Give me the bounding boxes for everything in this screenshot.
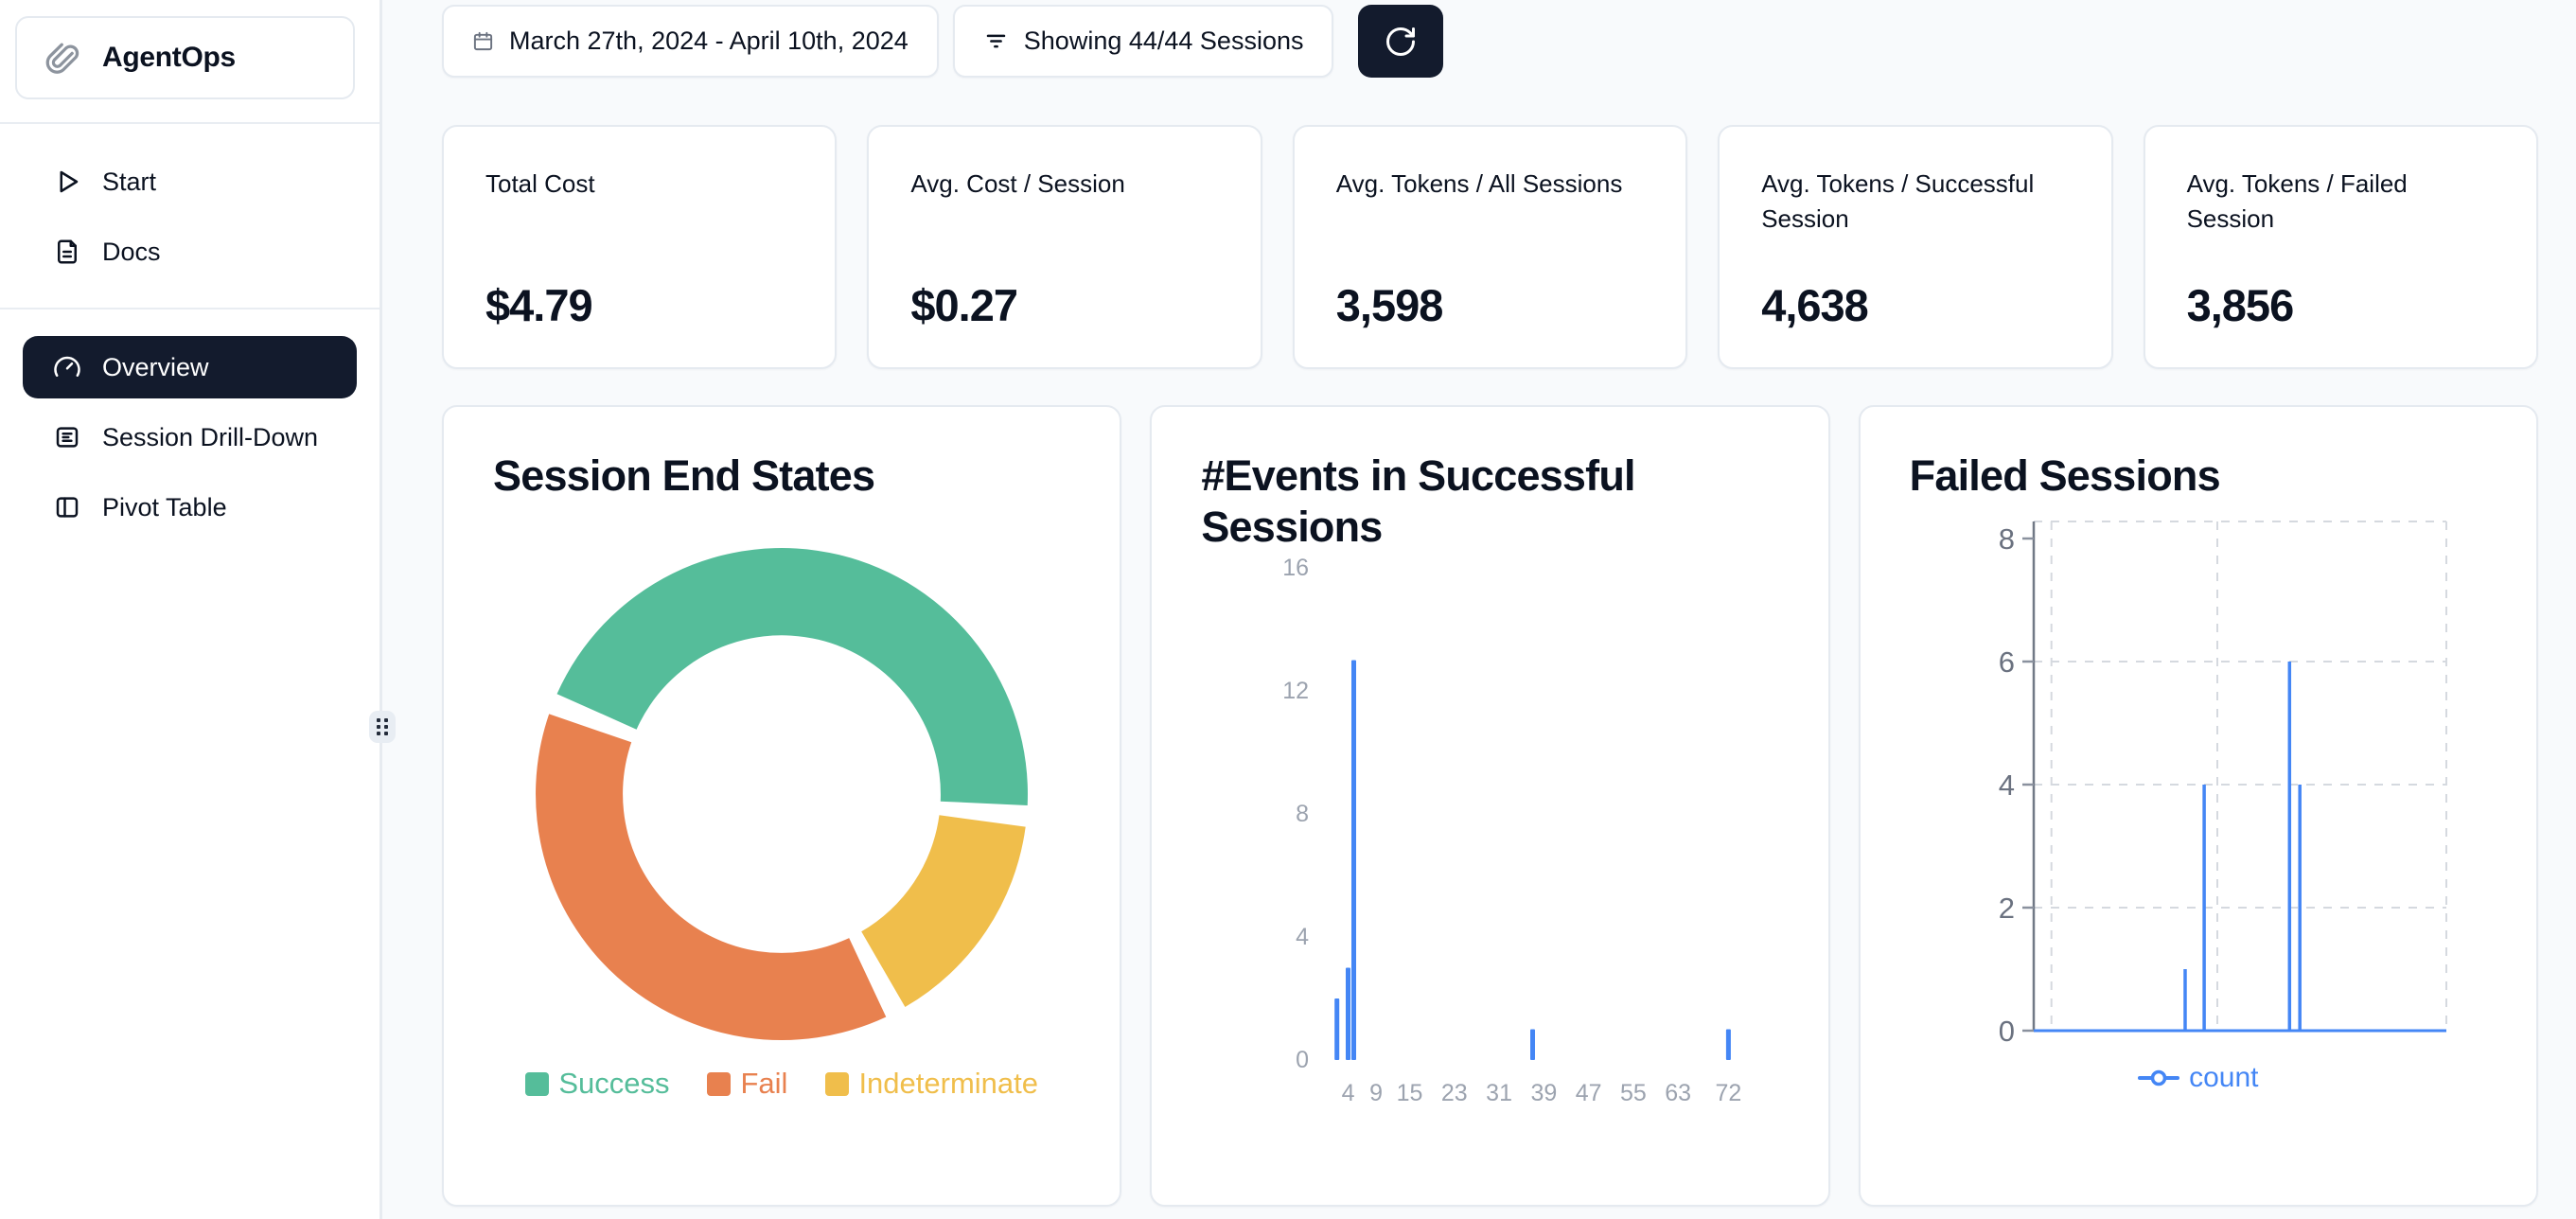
stat-label: Avg. Cost / Session	[910, 167, 1218, 202]
sidebar-item-docs[interactable]: Docs	[23, 221, 357, 283]
legend-item-indeterminate[interactable]: Indeterminate	[825, 1067, 1038, 1101]
svg-text:4: 4	[1998, 768, 2014, 802]
sidebar-item-label: Overview	[102, 353, 209, 382]
sidebar-resize-handle[interactable]	[369, 711, 396, 743]
donut-chart	[531, 543, 1032, 1050]
svg-text:31: 31	[1487, 1080, 1513, 1106]
logo[interactable]: AgentOps	[15, 16, 355, 99]
stat-label: Total Cost	[485, 167, 793, 202]
svg-text:72: 72	[1716, 1080, 1742, 1106]
count-legend-item[interactable]: count	[1910, 1062, 2487, 1094]
logo-label: AgentOps	[102, 42, 236, 74]
stat-card-total-cost: Total Cost $4.79	[442, 125, 837, 369]
sidebar-item-pivot-table[interactable]: Pivot Table	[23, 476, 357, 539]
stat-value: 3,598	[1336, 279, 1644, 331]
svg-text:8: 8	[1296, 801, 1309, 827]
donut-slice-indeterminate	[861, 815, 1025, 1007]
grip-dots-icon	[375, 716, 390, 737]
svg-text:47: 47	[1576, 1080, 1602, 1106]
failed-line-chart: 0 2 4 6 8	[1910, 511, 2487, 1060]
donut-slice-success	[557, 548, 1028, 805]
filter-icon	[983, 28, 1009, 54]
sidebar-item-session-drill-down[interactable]: Session Drill-Down	[23, 406, 357, 468]
sidebar-item-overview[interactable]: Overview	[23, 336, 357, 398]
calendar-icon	[472, 30, 494, 52]
stat-card-avg-tokens-failed: Avg. Tokens / Failed Session 3,856	[2144, 125, 2538, 369]
svg-text:4: 4	[1342, 1080, 1355, 1106]
paperclip-logo-icon	[42, 36, 85, 80]
legend-swatch	[525, 1072, 549, 1096]
svg-text:55: 55	[1620, 1080, 1647, 1106]
svg-text:6: 6	[1998, 645, 2014, 679]
svg-text:0: 0	[1998, 1015, 2014, 1048]
stat-label: Avg. Tokens / All Sessions	[1336, 167, 1644, 202]
chart-card-failed-sessions: Failed Sessions 0 2 4 6 8 count	[1859, 405, 2538, 1207]
sidebar-item-label: Session Drill-Down	[102, 423, 318, 452]
chart-card-session-end-states: Session End States Success Fail Indetermin…	[442, 405, 1121, 1207]
stat-value: $4.79	[485, 279, 793, 331]
svg-text:2: 2	[1998, 892, 2014, 925]
sidebar-nav-main: Overview Session Drill-Down Pivot Tab	[0, 309, 379, 539]
sidebar-nav-top: Start Docs	[0, 124, 379, 283]
app-root: AgentOps Start Docs	[0, 0, 2576, 1219]
chart-title: Failed Sessions	[1910, 450, 2487, 502]
sessions-filter-label: Showing 44/44 Sessions	[1024, 26, 1304, 56]
stat-value: 4,638	[1761, 279, 2069, 331]
svg-text:63: 63	[1666, 1080, 1692, 1106]
stat-label: Avg. Tokens / Failed Session	[2187, 167, 2495, 237]
stat-label: Avg. Tokens / Successful Session	[1761, 167, 2069, 237]
play-icon	[53, 168, 81, 196]
list-box-icon	[53, 423, 81, 451]
stat-card-avg-cost-session: Avg. Cost / Session $0.27	[867, 125, 1262, 369]
panel-columns-icon	[53, 493, 81, 521]
stat-card-avg-tokens-all: Avg. Tokens / All Sessions 3,598	[1293, 125, 1687, 369]
svg-text:9: 9	[1369, 1080, 1383, 1106]
stat-value: $0.27	[910, 279, 1218, 331]
stat-card-avg-tokens-successful: Avg. Tokens / Successful Session 4,638	[1718, 125, 2112, 369]
refresh-icon	[1384, 25, 1418, 59]
sidebar-item-label: Start	[102, 168, 156, 197]
svg-text:23: 23	[1441, 1080, 1468, 1106]
svg-text:39: 39	[1531, 1080, 1558, 1106]
legend-swatch	[825, 1072, 849, 1096]
sidebar-item-start[interactable]: Start	[23, 150, 357, 213]
legend-item-fail[interactable]: Fail	[707, 1067, 787, 1101]
main-content: March 27th, 2024 - April 10th, 2024 Show…	[382, 0, 2576, 1219]
events-bar-chart: 1612840491523313947556372	[1201, 558, 1778, 1136]
date-range-label: March 27th, 2024 - April 10th, 2024	[509, 26, 909, 56]
svg-text:16: 16	[1283, 558, 1310, 581]
sidebar: AgentOps Start Docs	[0, 0, 382, 1219]
legend-label: Indeterminate	[858, 1067, 1038, 1101]
svg-text:4: 4	[1296, 924, 1309, 950]
stats-row: Total Cost $4.79 Avg. Cost / Session $0.…	[442, 125, 2538, 369]
svg-text:12: 12	[1283, 678, 1310, 704]
date-range-button[interactable]: March 27th, 2024 - April 10th, 2024	[442, 5, 939, 78]
line-series-legend-icon	[2138, 1068, 2179, 1088]
svg-text:0: 0	[1296, 1047, 1309, 1073]
chart-title: Session End States	[493, 450, 1070, 502]
legend-swatch	[707, 1072, 731, 1096]
stat-value: 3,856	[2187, 279, 2495, 331]
sidebar-item-label: Docs	[102, 238, 161, 267]
sidebar-item-label: Pivot Table	[102, 493, 227, 522]
sessions-filter-button[interactable]: Showing 44/44 Sessions	[953, 5, 1334, 78]
svg-text:8: 8	[1998, 522, 2014, 556]
legend-label: Success	[558, 1067, 669, 1101]
topbar: March 27th, 2024 - April 10th, 2024 Show…	[442, 5, 2538, 78]
gauge-icon	[53, 353, 81, 381]
file-text-icon	[53, 238, 81, 266]
line-series-legend-label: count	[2189, 1062, 2258, 1094]
svg-text:15: 15	[1397, 1080, 1423, 1106]
legend-item-success[interactable]: Success	[525, 1067, 669, 1101]
refresh-button[interactable]	[1358, 5, 1443, 78]
chart-title: #Events in Successful Sessions	[1201, 450, 1778, 553]
charts-row: Session End States Success Fail Indetermin…	[442, 405, 2538, 1207]
legend-label: Fail	[740, 1067, 787, 1101]
donut-legend: Success Fail Indeterminate	[493, 1067, 1070, 1101]
donut-slice-fail	[536, 714, 886, 1040]
chart-card-events-in-successful-sessions: #Events in Successful Sessions 161284049…	[1150, 405, 1829, 1207]
